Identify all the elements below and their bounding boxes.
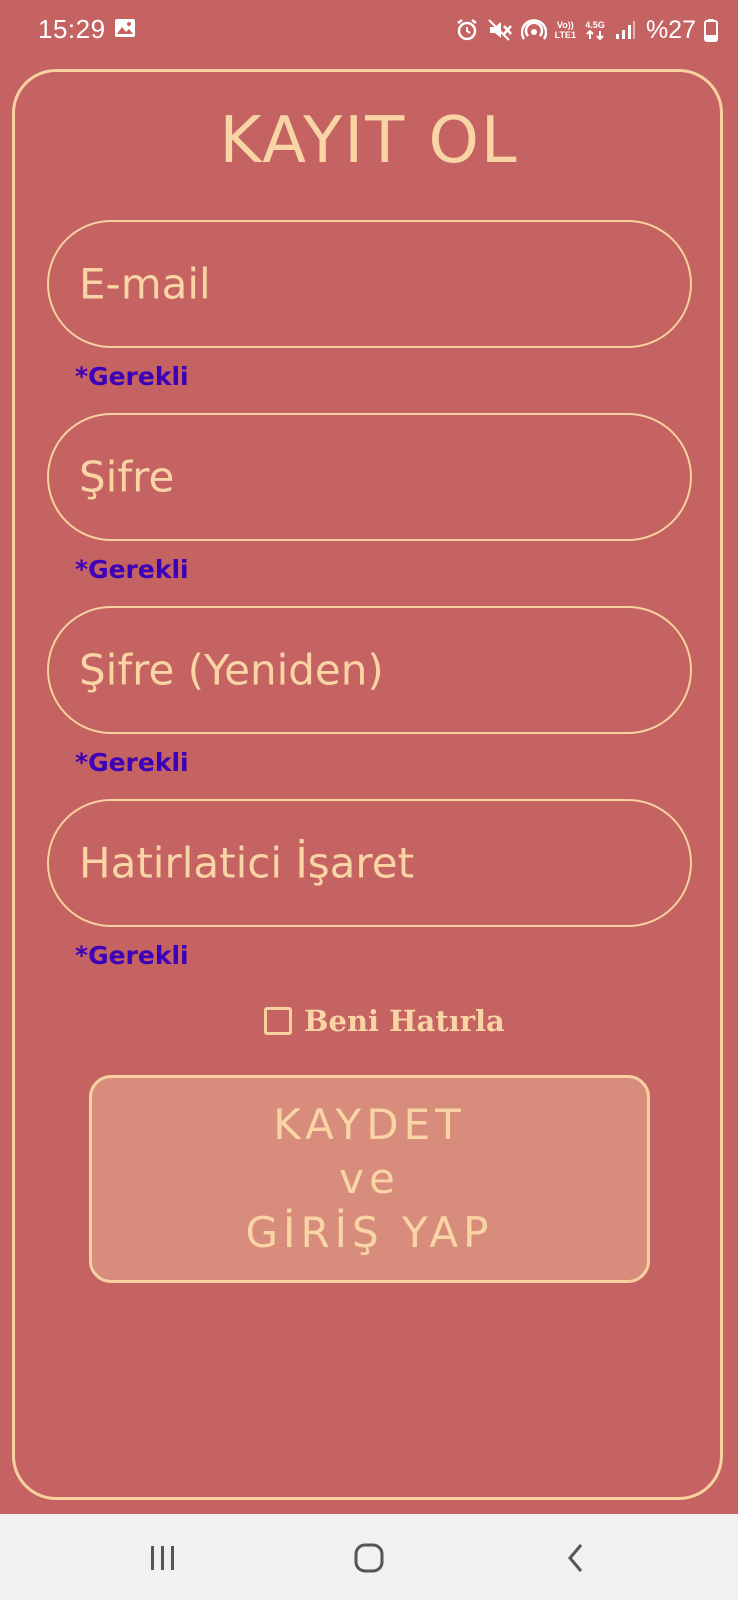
email-required-note: *Gerekli	[75, 362, 189, 391]
home-icon[interactable]	[347, 1536, 391, 1580]
remember-me-label: Beni Hatırla	[304, 1004, 505, 1038]
password-required-note: *Gerekli	[75, 555, 189, 584]
submit-line-1: KAYDET	[273, 1100, 466, 1149]
signal-icon	[614, 19, 636, 41]
password-confirm-placeholder: Şifre (Yeniden)	[79, 645, 384, 695]
recent-apps-icon[interactable]	[141, 1536, 185, 1580]
submit-line-2: ve	[339, 1154, 400, 1203]
register-and-login-button[interactable]: KAYDET ve GİRİŞ YAP	[89, 1075, 650, 1283]
mute-icon	[487, 18, 513, 42]
remember-me-checkbox[interactable]	[264, 1007, 292, 1035]
remember-me-toggle[interactable]: Beni Hatırla	[264, 1004, 505, 1038]
gallery-icon	[114, 17, 136, 39]
password-confirm-field[interactable]: Şifre (Yeniden)	[47, 606, 692, 734]
status-icons: Vo)) LTE1 4.5G %27	[455, 14, 718, 46]
hotspot-icon	[520, 18, 547, 42]
email-placeholder: E-mail	[79, 259, 211, 309]
password-field[interactable]: Şifre	[47, 413, 692, 541]
status-bar: 15:29 Vo)) LTE1 4.5G %27	[0, 0, 738, 60]
4.5g-data-icon: 4.5G	[584, 20, 606, 40]
submit-line-3: GİRİŞ YAP	[245, 1208, 494, 1257]
email-field[interactable]: E-mail	[47, 220, 692, 348]
volte-icon: Vo)) LTE1	[554, 20, 576, 40]
password-confirm-required-note: *Gerekli	[75, 748, 189, 777]
password-placeholder: Şifre	[79, 452, 175, 502]
alarm-icon	[455, 18, 479, 42]
password-hint-field[interactable]: Hatirlatici İşaret	[47, 799, 692, 927]
status-time: 15:29	[38, 14, 106, 44]
password-hint-placeholder: Hatirlatici İşaret	[79, 838, 415, 888]
battery-percentage: %27	[645, 15, 696, 44]
page-title: KAYIT OL	[219, 104, 519, 178]
password-hint-required-note: *Gerekli	[75, 941, 189, 970]
battery-icon	[704, 18, 718, 42]
back-icon[interactable]	[554, 1536, 598, 1580]
system-nav-bar	[0, 1514, 738, 1600]
